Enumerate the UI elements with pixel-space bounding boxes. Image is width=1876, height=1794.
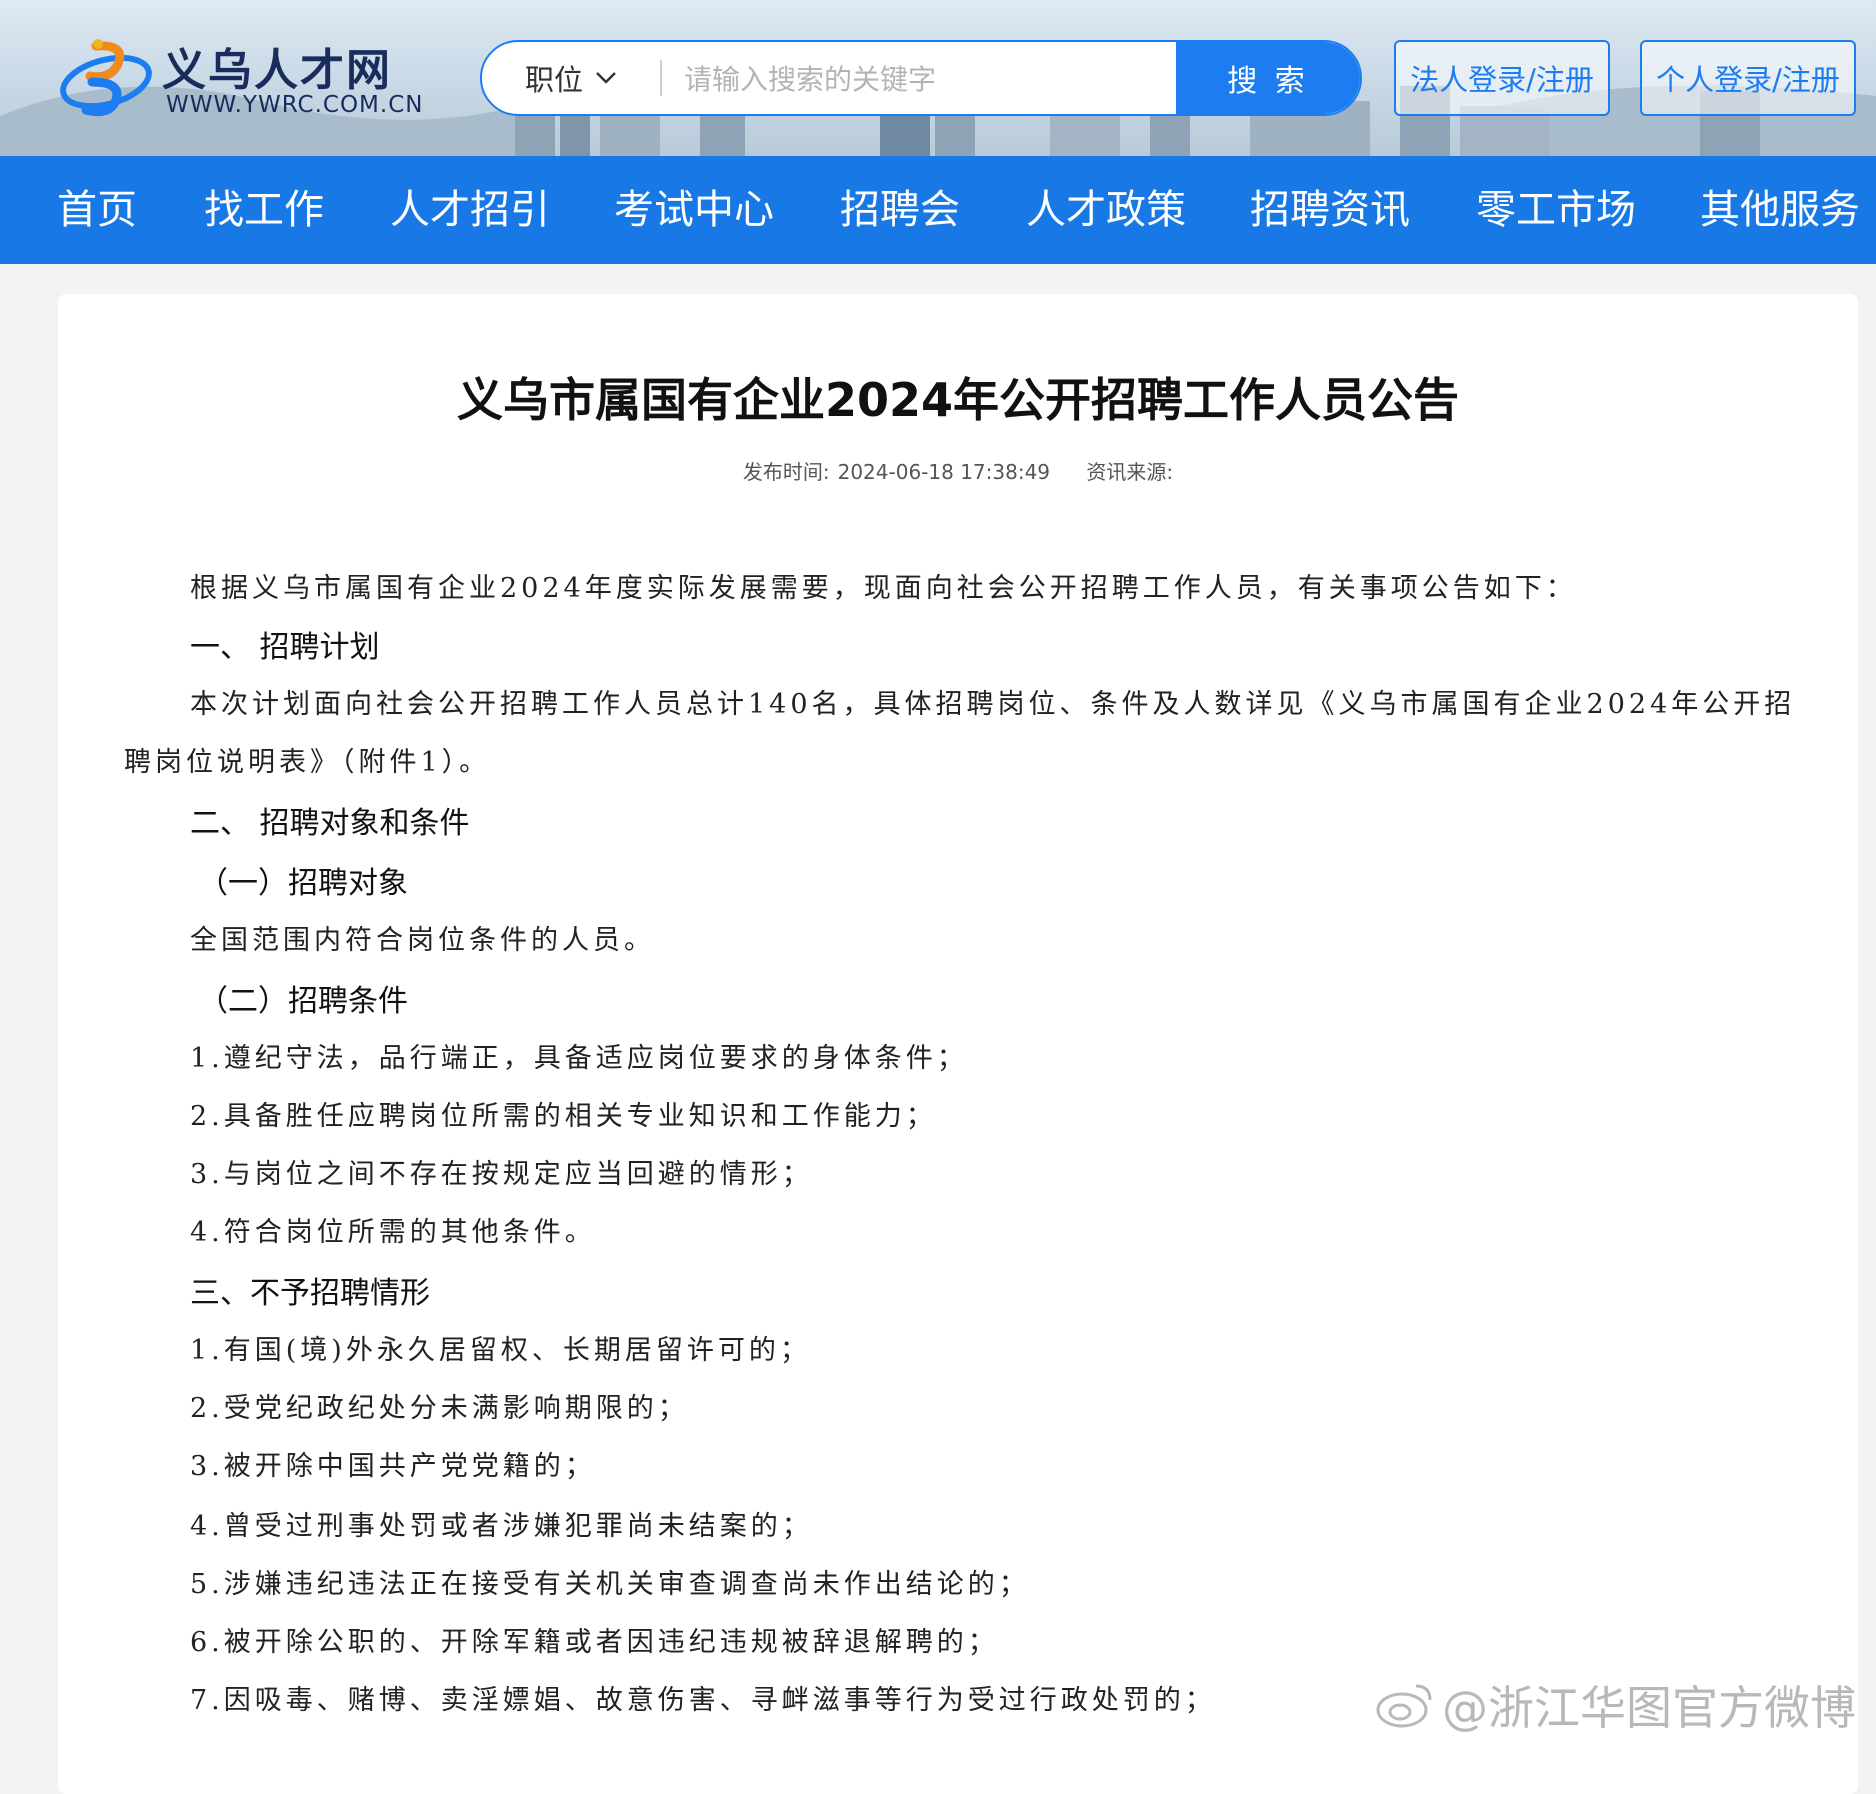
section-heading-plan: 一、 招聘计划 [190, 630, 380, 665]
logo-domain-text: WWW.YWRC.COM.CN [166, 92, 424, 118]
paragraph-plan-line2: 聘岗位说明表》（附件1）。 [124, 747, 491, 778]
nav-item-talent-policy[interactable]: 人才政策 [1026, 156, 1186, 264]
source-label: 资讯来源: [1086, 460, 1174, 484]
chevron-down-icon [596, 72, 616, 84]
search-divider [660, 60, 662, 96]
nav-item-talent-attraction[interactable]: 人才招引 [390, 156, 550, 264]
header-banner: 义乌人才网 WWW.YWRC.COM.CN 职位 搜 索 法人登录/注册 个人登… [0, 0, 1876, 156]
condition-item: 4.符合岗位所需的其他条件。 [190, 1217, 596, 1248]
article-meta: 发布时间: 2024-06-18 17:38:49 资讯来源: [58, 456, 1858, 485]
article-intro: 根据义乌市属国有企业2024年度实际发展需要，现面向社会公开招聘工作人员，有关事… [190, 573, 1577, 604]
nav-item-find-job[interactable]: 找工作 [204, 156, 324, 264]
exclusion-item: 4.曾受过刑事处罚或者涉嫌犯罪尚未结案的； [190, 1511, 813, 1542]
section-heading-target: 二、 招聘对象和条件 [190, 806, 470, 841]
search-button[interactable]: 搜 索 [1176, 42, 1360, 114]
article-title: 义乌市属国有企业2024年公开招聘工作人员公告 [456, 373, 1460, 427]
search-type-label: 职位 [524, 63, 583, 97]
search-bar: 职位 搜 索 [480, 40, 1362, 116]
paragraph-target: 全国范围内符合岗位条件的人员。 [190, 925, 655, 956]
condition-item: 3.与岗位之间不存在按规定应当回避的情形； [190, 1159, 813, 1190]
exclusion-item: 3.被开除中国共产党党籍的； [190, 1451, 596, 1482]
nav-item-other-services[interactable]: 其他服务 [1700, 156, 1860, 264]
article-card: 义乌市属国有企业2024年公开招聘工作人员公告 发布时间: 2024-06-18 … [58, 294, 1858, 1794]
corporate-login-button[interactable]: 法人登录/注册 [1394, 40, 1610, 116]
weibo-logo-icon [1376, 1684, 1432, 1728]
section-heading-exclusions: 三、不予招聘情形 [190, 1276, 430, 1311]
exclusion-item: 5.涉嫌违纪违法正在接受有关机关审查调查尚未作出结论的； [190, 1569, 1030, 1600]
exclusion-item: 7.因吸毒、赌博、卖淫嫖娼、故意伤害、寻衅滋事等行为受过行政处罚的； [190, 1685, 1216, 1716]
nav-item-job-fair[interactable]: 招聘会 [840, 156, 960, 264]
watermark-text: @浙江华图官方微博 [1442, 1681, 1856, 1735]
personal-login-button[interactable]: 个人登录/注册 [1640, 40, 1856, 116]
exclusion-item: 6.被开除公职的、开除军籍或者因违纪违规被辞退解聘的； [190, 1627, 999, 1658]
subheading-conditions: （二）招聘条件 [198, 984, 408, 1019]
weibo-watermark: @浙江华图官方微博 [1376, 1672, 1856, 1738]
subheading-target: （一）招聘对象 [198, 866, 408, 901]
main-nav: 首页 找工作 人才招引 考试中心 招聘会 人才政策 招聘资讯 零工市场 其他服务 [0, 156, 1876, 264]
exclusion-item: 2.受党纪政纪处分未满影响期限的； [190, 1393, 689, 1424]
site-logo[interactable]: 义乌人才网 WWW.YWRC.COM.CN [56, 28, 436, 128]
nav-item-home[interactable]: 首页 [57, 156, 137, 264]
condition-item: 2.具备胜任应聘岗位所需的相关专业知识和工作能力； [190, 1101, 937, 1132]
exclusion-item: 1.有国(境)外永久居留权、长期居留许可的； [190, 1335, 811, 1366]
nav-item-recruitment-news[interactable]: 招聘资讯 [1250, 156, 1410, 264]
nav-item-exam-center[interactable]: 考试中心 [614, 156, 774, 264]
logo-chinese-name: 义乌人才网 [162, 45, 392, 96]
search-input[interactable] [682, 42, 1156, 114]
search-type-dropdown[interactable]: 职位 [482, 42, 660, 114]
publish-time-label: 发布时间: [742, 460, 830, 484]
nav-item-gig-market[interactable]: 零工市场 [1476, 156, 1636, 264]
paragraph-plan-line1: 本次计划面向社会公开招聘工作人员总计140名，具体招聘岗位、条件及人数详见《义乌… [190, 689, 1796, 720]
publish-time: 2024-06-18 17:38:49 [837, 460, 1051, 484]
condition-item: 1.遵纪守法，品行端正，具备适应岗位要求的身体条件； [190, 1043, 968, 1074]
logo-swirl-icon [60, 39, 152, 117]
